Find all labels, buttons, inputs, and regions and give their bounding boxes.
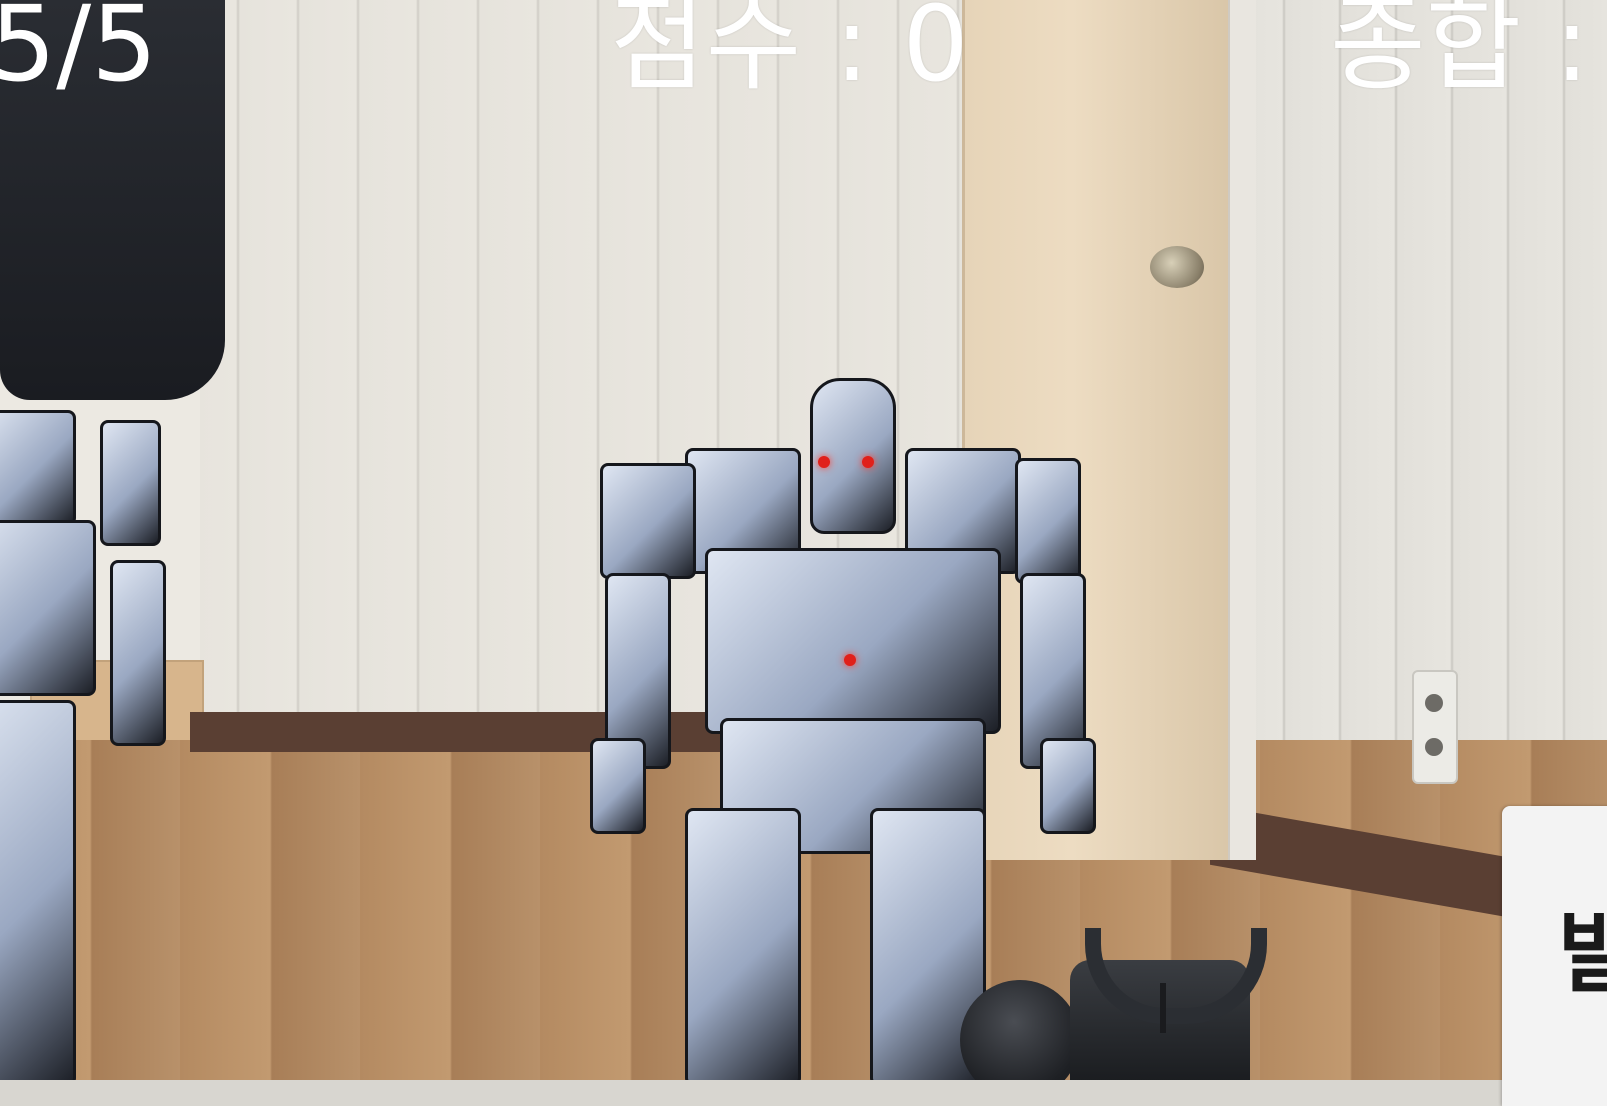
score-label: 점수 : 0 bbox=[610, 0, 969, 105]
robot-torso bbox=[705, 548, 1001, 734]
robot-hand-left bbox=[590, 738, 646, 834]
ar-camera-scene bbox=[0, 0, 1607, 1080]
robot-eye-right bbox=[862, 456, 874, 468]
robot-chest-light bbox=[844, 654, 856, 666]
robot-left-forearm bbox=[110, 560, 166, 746]
robot-arm-guard-right bbox=[1015, 458, 1081, 584]
robot-left-shoulder bbox=[0, 410, 76, 526]
robot-left-torso bbox=[0, 520, 96, 696]
robot-hand-right bbox=[1040, 738, 1096, 834]
robot-enemy-left[interactable] bbox=[0, 410, 190, 1080]
fire-button-label: 발 bbox=[1558, 902, 1607, 1005]
robot-enemy-center[interactable] bbox=[590, 378, 1100, 1080]
robot-leg-left bbox=[685, 808, 801, 1080]
door-frame bbox=[1228, 0, 1256, 860]
total-score-label: 종합 : bbox=[1330, 0, 1590, 105]
gun-sight bbox=[1160, 983, 1166, 1033]
fire-button[interactable]: 발 bbox=[1502, 806, 1607, 1106]
robot-left-arm-guard bbox=[100, 420, 161, 546]
ammo-counter: 5/5 bbox=[0, 0, 158, 105]
robot-left-leg bbox=[0, 700, 76, 1080]
doorknob bbox=[1150, 246, 1204, 288]
robot-arm-guard-left bbox=[600, 463, 696, 579]
wall-outlet bbox=[1412, 670, 1458, 784]
robot-eye-left bbox=[818, 456, 830, 468]
